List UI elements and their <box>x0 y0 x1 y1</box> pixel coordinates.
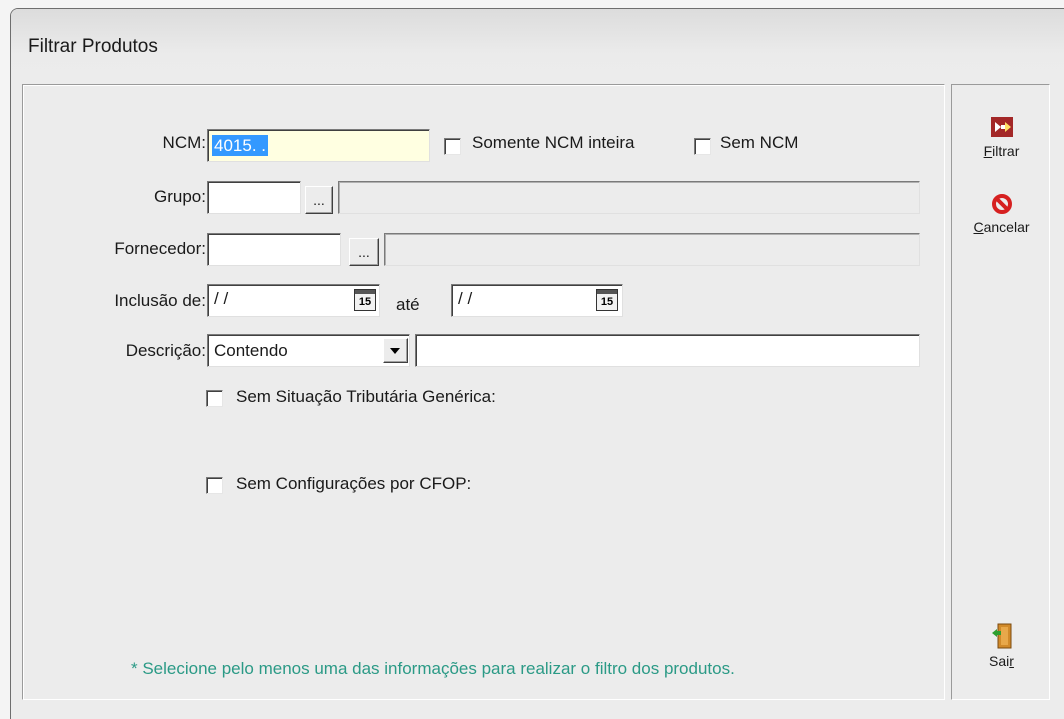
sair-button-label: Sair <box>989 653 1014 669</box>
filter-form-panel: NCM: 4015. . Somente NCM inteira Sem NCM… <box>22 84 945 700</box>
filtrar-button[interactable]: Filtrar <box>952 117 1051 159</box>
grupo-label: Grupo: <box>154 187 206 206</box>
cancelar-button-label: Cancelar <box>973 219 1030 235</box>
calendar-icon[interactable]: 15 <box>354 289 376 311</box>
fornecedor-label: Fornecedor: <box>114 239 206 258</box>
action-sidebar: Filtrar Cancelar Sair <box>951 84 1050 700</box>
calendar-icon[interactable]: 15 <box>596 289 618 311</box>
inclusao-to-date-value: / / <box>458 289 473 308</box>
sem-situacao-tributaria-checkbox[interactable] <box>206 390 223 407</box>
descricao-label: Descrição: <box>125 341 206 360</box>
sem-configuracoes-cfop-label[interactable]: Sem Configurações por CFOP: <box>236 474 471 494</box>
grupo-code-input[interactable] <box>207 181 301 214</box>
filter-products-window: Filtrar Produtos NCM: 4015. . Somente NC… <box>10 8 1064 719</box>
title-bar[interactable]: Filtrar Produtos <box>11 9 1064 84</box>
inclusao-from-date-input[interactable]: / / 15 <box>207 284 380 317</box>
grupo-browse-button[interactable]: ... <box>305 186 333 214</box>
grupo-browse-label: ... <box>313 192 325 208</box>
chevron-down-icon <box>390 348 400 354</box>
cancel-icon <box>991 194 1012 214</box>
filter-arrow-icon <box>990 117 1013 137</box>
filtrar-button-label: Filtrar <box>983 143 1020 159</box>
sair-button[interactable]: Sair <box>952 623 1051 669</box>
ncm-input[interactable]: 4015. . <box>207 129 430 162</box>
fornecedor-browse-button[interactable]: ... <box>349 238 379 266</box>
descricao-text-input[interactable] <box>415 334 920 367</box>
ncm-input-value: 4015. . <box>212 135 268 156</box>
cancelar-button[interactable]: Cancelar <box>952 193 1051 235</box>
inclusao-label: Inclusão de: <box>114 291 206 310</box>
fornecedor-browse-label: ... <box>358 244 370 260</box>
only-whole-ncm-label[interactable]: Somente NCM inteira <box>472 133 635 153</box>
fornecedor-code-input[interactable] <box>207 233 341 266</box>
no-ncm-label[interactable]: Sem NCM <box>720 133 798 153</box>
hint-text: * Selecione pelo menos uma das informaçõ… <box>131 659 735 678</box>
descricao-mode-select[interactable]: Contendo <box>207 334 410 367</box>
inclusao-from-date-value: / / <box>214 289 229 308</box>
inclusao-to-date-input[interactable]: / / 15 <box>451 284 623 317</box>
grupo-name-field <box>338 181 920 214</box>
descricao-mode-value: Contendo <box>214 341 288 360</box>
window-title: Filtrar Produtos <box>28 36 158 57</box>
sem-situacao-tributaria-label[interactable]: Sem Situação Tributária Genérica: <box>236 387 496 407</box>
inclusao-to-label: até <box>396 295 420 314</box>
fornecedor-name-field <box>384 233 920 266</box>
ncm-label: NCM: <box>162 133 206 152</box>
sem-configuracoes-cfop-checkbox[interactable] <box>206 477 223 494</box>
only-whole-ncm-checkbox[interactable] <box>444 138 461 155</box>
exit-door-icon <box>991 623 1011 649</box>
no-ncm-checkbox[interactable] <box>694 138 711 155</box>
dropdown-button[interactable] <box>383 338 408 363</box>
